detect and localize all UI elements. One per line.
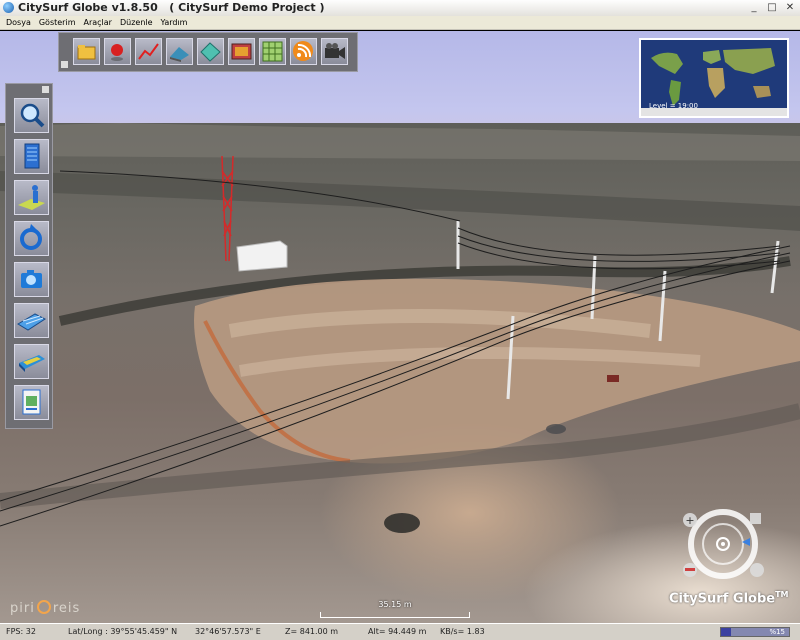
download-progress: %15 bbox=[720, 627, 790, 637]
rss-icon[interactable] bbox=[290, 38, 317, 65]
tilt-icon[interactable] bbox=[750, 563, 764, 577]
chart-line-icon[interactable] bbox=[135, 38, 162, 65]
menu-yardim[interactable]: Yardım bbox=[161, 16, 188, 29]
lock-icon[interactable] bbox=[42, 86, 49, 93]
title-bar: CitySurf Globe v1.8.50 ( CitySurf Demo P… bbox=[0, 0, 800, 17]
globe-icon bbox=[3, 2, 14, 13]
lock-icon[interactable] bbox=[61, 61, 68, 68]
left-toolbar bbox=[5, 83, 53, 429]
scanner-icon[interactable] bbox=[14, 344, 49, 379]
close-button[interactable]: ✕ bbox=[782, 1, 798, 14]
latitude-readout: Lat/Long : 39°55'45.459" N bbox=[68, 627, 178, 636]
magnifier-icon[interactable] bbox=[14, 98, 49, 133]
status-bar: FPS: 32 Lat/Long : 39°55'45.459" N 32°46… bbox=[0, 623, 800, 640]
document-icon[interactable] bbox=[14, 385, 49, 420]
camera-icon[interactable] bbox=[321, 38, 348, 65]
overview-minimap[interactable]: Level = 19:00 bbox=[639, 38, 789, 118]
square-icon[interactable] bbox=[750, 513, 761, 524]
rotate-icon[interactable] bbox=[14, 221, 49, 256]
longitude-readout: 32°46'57.573" E bbox=[195, 627, 261, 636]
svg-text:+: + bbox=[685, 514, 694, 527]
menu-gosterim[interactable]: Gösterim bbox=[39, 16, 76, 29]
solar-panel-icon[interactable] bbox=[14, 303, 49, 338]
placemark-icon[interactable] bbox=[104, 38, 131, 65]
person-icon[interactable] bbox=[14, 180, 49, 215]
logo-mark-icon bbox=[36, 600, 51, 614]
terrain-icon[interactable] bbox=[166, 38, 193, 65]
layer-icon[interactable] bbox=[197, 38, 224, 65]
altitude-readout: Alt= 94.449 m bbox=[368, 627, 427, 636]
building-icon[interactable] bbox=[14, 139, 49, 174]
fps-readout: FPS: 32 bbox=[6, 627, 36, 636]
level-indicator: Level = 19:00 bbox=[649, 102, 698, 110]
scale-bar: 35.15 m bbox=[320, 600, 470, 620]
photo-camera-icon[interactable] bbox=[14, 262, 49, 297]
maximize-button[interactable]: □ bbox=[764, 1, 780, 14]
image-icon[interactable] bbox=[228, 38, 255, 65]
menu-duzenle[interactable]: Düzenle bbox=[120, 16, 153, 29]
window-title: CitySurf Globe v1.8.50 ( CitySurf Demo P… bbox=[18, 1, 325, 14]
grid-icon[interactable] bbox=[259, 38, 286, 65]
menu-araclar[interactable]: Araçlar bbox=[83, 16, 111, 29]
menu-dosya[interactable]: Dosya bbox=[6, 16, 31, 29]
minimize-button[interactable]: _ bbox=[746, 1, 762, 14]
bandwidth-readout: KB/s= 1.83 bbox=[440, 627, 485, 636]
top-toolbar bbox=[58, 32, 358, 72]
navigation-control[interactable]: + bbox=[680, 504, 770, 594]
product-logo: CitySurf GlobeTM bbox=[669, 590, 789, 607]
menu-bar: Dosya Gösterim Araçlar Düzenle Yardım bbox=[0, 16, 800, 30]
window-controls: _ □ ✕ bbox=[746, 1, 798, 15]
elevation-readout: Z= 841.00 m bbox=[285, 627, 339, 636]
company-logo: piri reis bbox=[10, 600, 81, 616]
folder-icon[interactable] bbox=[73, 38, 100, 65]
